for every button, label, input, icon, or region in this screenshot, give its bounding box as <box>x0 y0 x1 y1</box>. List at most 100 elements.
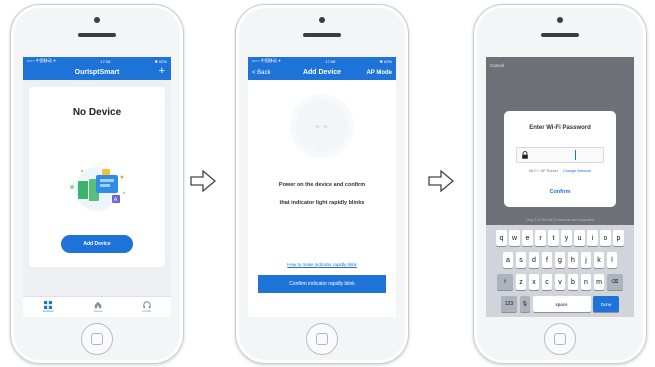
wifi-password-dialog: Enter Wi-Fi Password Wi-Fi : AP Router C… <box>504 111 616 207</box>
status-battery: ✱ 62% <box>154 58 167 64</box>
page-title: Add Device <box>302 69 342 76</box>
key-d[interactable]: d <box>528 252 540 268</box>
tab-scene[interactable]: Scene <box>93 301 103 313</box>
key-b[interactable]: b <box>567 274 579 290</box>
key-z[interactable]: z <box>515 274 527 290</box>
key-q[interactable]: q <box>496 230 507 246</box>
tab-profile[interactable]: Profile <box>142 301 151 313</box>
key-e[interactable]: e <box>522 230 533 246</box>
grid-icon <box>44 301 53 309</box>
key-r[interactable]: r <box>535 230 546 246</box>
arrow-right-icon <box>190 170 216 192</box>
key-s[interactable]: s <box>515 252 527 268</box>
home-button[interactable] <box>81 323 113 355</box>
instruction-text: Power on the device and confirm that ind… <box>248 176 396 212</box>
key-w[interactable]: w <box>509 230 520 246</box>
phone-wifi-password-screen: Cancel Enter Wi-Fi Password Wi-Fi : AP R… <box>473 4 647 364</box>
bottom-tab-bar: Devices Scene Profile <box>23 296 171 317</box>
key-u[interactable]: u <box>574 230 585 246</box>
key-f[interactable]: f <box>541 252 553 268</box>
phone-add-device-screen: ••○○ 中国移动 ✈ 17:08 ✱ 60% < Back Add Devic… <box>235 4 409 364</box>
wifi-hint-text: Only 2.4 GHz Wi-Fi networks are supporte… <box>526 218 594 222</box>
help-link[interactable]: How to make indicator rapidly blink <box>248 262 396 267</box>
keyboard-row: asdfghjkl <box>486 252 634 268</box>
earpiece-speaker <box>541 33 579 37</box>
onscreen-keyboard: qwertyuiop asdfghjkl ⇧ zxcvbnm ⌫ 123 🎙 s… <box>486 225 634 317</box>
home-button[interactable] <box>306 323 338 355</box>
status-bar: ••○○ 中国移动 ✈ 17:08 ✱ 60% <box>248 57 396 65</box>
home-button[interactable] <box>544 323 576 355</box>
ap-mode-button[interactable]: AP Mode <box>366 70 392 76</box>
key-j[interactable]: j <box>580 252 592 268</box>
indicator-dot <box>316 125 319 128</box>
phone-home-screen: ••○○ 中国移动 ✈ 17:08 ✱ 62% OurIsptSmart + N… <box>10 4 184 364</box>
status-time: 17:08 <box>100 58 111 64</box>
status-time: 17:08 <box>325 58 336 64</box>
key-x[interactable]: x <box>528 274 540 290</box>
empty-state-card: No Device A Add Device <box>29 87 165 267</box>
add-device-button[interactable]: Add Device <box>61 235 133 253</box>
key-g[interactable]: g <box>554 252 566 268</box>
key-o[interactable]: o <box>600 230 611 246</box>
phone1-screen: ••○○ 中国移动 ✈ 17:08 ✱ 62% OurIsptSmart + N… <box>23 57 171 317</box>
status-battery: ✱ 60% <box>379 58 392 64</box>
delete-key[interactable]: ⌫ <box>606 274 623 290</box>
front-camera <box>557 17 563 23</box>
key-n[interactable]: n <box>580 274 592 290</box>
keyboard-row: qwertyuiop <box>486 230 634 246</box>
done-key[interactable]: Done <box>593 296 619 312</box>
key-p[interactable]: p <box>613 230 624 246</box>
change-network-link[interactable]: Change Network <box>563 169 591 173</box>
confirm-button[interactable]: Confirm <box>504 189 616 195</box>
keyboard-row: 123 🎙 space Done <box>486 296 634 312</box>
key-a[interactable]: a <box>502 252 514 268</box>
tab-label: Scene <box>93 309 103 313</box>
device-indicator-image <box>296 100 348 152</box>
keyboard-row: ⇧ zxcvbnm ⌫ <box>486 274 634 290</box>
devices-illustration: A <box>70 167 126 211</box>
front-camera <box>94 17 100 23</box>
key-k[interactable]: k <box>593 252 605 268</box>
lock-icon <box>522 151 528 159</box>
earpiece-speaker <box>303 33 341 37</box>
tab-label: Devices <box>43 309 54 313</box>
arrow-right-icon <box>428 170 454 192</box>
text-cursor <box>575 150 576 160</box>
status-carrier: ••○○ 中国移动 ✈ <box>27 58 57 63</box>
tab-label: Profile <box>142 309 151 313</box>
key-y[interactable]: y <box>561 230 572 246</box>
key-l[interactable]: l <box>606 252 618 268</box>
confirm-blink-button[interactable]: Confirm indicator rapidly blink <box>258 275 386 293</box>
phone3-screen: Cancel Enter Wi-Fi Password Wi-Fi : AP R… <box>486 57 634 317</box>
status-bar: ••○○ 中国移动 ✈ 17:08 ✱ 62% <box>23 57 171 65</box>
add-device-body: Power on the device and confirm that ind… <box>248 80 396 317</box>
dialog-title: Enter Wi-Fi Password <box>529 125 591 131</box>
home-icon <box>94 301 102 309</box>
key-m[interactable]: m <box>593 274 605 290</box>
instruction-line: Power on the device and confirm <box>278 182 366 188</box>
headset-icon <box>142 301 151 309</box>
key-i[interactable]: i <box>587 230 598 246</box>
tab-devices[interactable]: Devices <box>43 301 54 313</box>
key-t[interactable]: t <box>548 230 559 246</box>
password-input[interactable] <box>516 147 604 163</box>
instruction-line: that indicator light rapidly blinks <box>279 200 365 206</box>
svg-text:A: A <box>114 198 118 204</box>
app-header: OurIsptSmart + <box>23 65 171 80</box>
cancel-button[interactable]: Cancel <box>490 63 504 68</box>
space-key[interactable]: space <box>532 296 591 312</box>
shift-key[interactable]: ⇧ <box>497 274 514 290</box>
back-button[interactable]: < Back <box>252 70 271 76</box>
key-c[interactable]: c <box>541 274 553 290</box>
front-camera <box>319 17 325 23</box>
wifi-network-label: Wi-Fi : AP Router <box>528 169 558 173</box>
key-v[interactable]: v <box>554 274 566 290</box>
key-h[interactable]: h <box>567 252 579 268</box>
app-header: < Back Add Device AP Mode <box>248 65 396 80</box>
status-carrier: ••○○ 中国移动 ✈ <box>252 58 282 63</box>
wifi-network-row: Wi-Fi : AP Router Change Network <box>504 169 616 173</box>
plus-icon[interactable]: + <box>159 65 165 77</box>
indicator-dot <box>324 125 327 128</box>
microphone-key[interactable]: 🎙 <box>519 296 530 312</box>
numbers-key[interactable]: 123 <box>501 296 517 312</box>
